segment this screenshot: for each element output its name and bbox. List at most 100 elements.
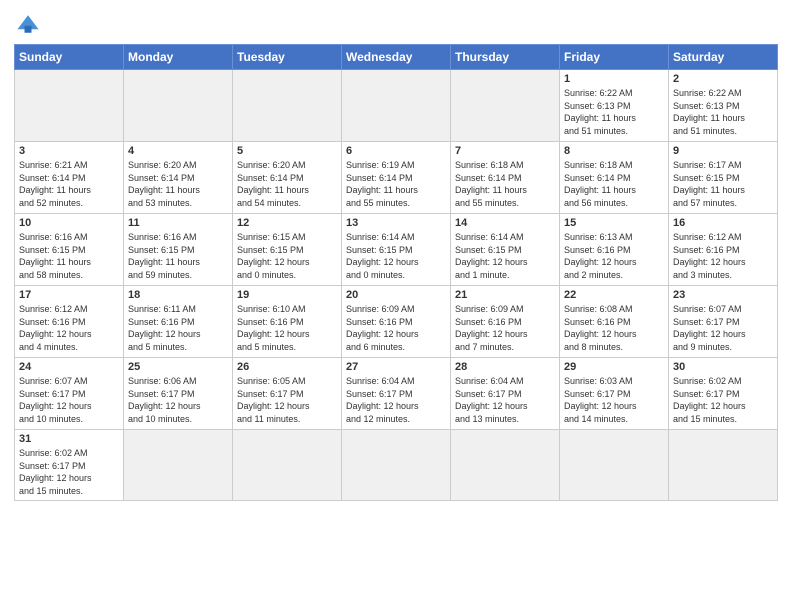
calendar-cell: 20 Sunrise: 6:09 AM Sunset: 6:16 PM Dayli… bbox=[342, 286, 451, 358]
calendar-cell bbox=[233, 430, 342, 501]
calendar-cell: 30Sunrise: 6:02 AM Sunset: 6:17 PM Dayli… bbox=[669, 358, 778, 430]
header bbox=[14, 10, 778, 38]
day-info: Sunrise: 6:14 AM Sunset: 6:15 PM Dayligh… bbox=[346, 231, 446, 281]
day-info: Sunrise: 6:15 AM Sunset: 6:15 PM Dayligh… bbox=[237, 231, 337, 281]
calendar-cell bbox=[124, 70, 233, 142]
day-info: Sunrise: 6:04 AM Sunset: 6:17 PM Dayligh… bbox=[346, 375, 446, 425]
calendar-row: 10 Sunrise: 6:16 AM Sunset: 6:15 PM Dayli… bbox=[15, 214, 778, 286]
day-number: 18 bbox=[128, 289, 228, 301]
calendar-cell: 10 Sunrise: 6:16 AM Sunset: 6:15 PM Dayli… bbox=[15, 214, 124, 286]
calendar-cell bbox=[342, 430, 451, 501]
calendar-cell bbox=[560, 430, 669, 501]
calendar-cell: 23 Sunrise: 6:07 AM Sunset: 6:17 PM Dayli… bbox=[669, 286, 778, 358]
day-number: 21 bbox=[455, 289, 555, 301]
day-info: Sunrise: 6:09 AM Sunset: 6:16 PM Dayligh… bbox=[346, 303, 446, 353]
day-info: Sunrise: 6:18 AM Sunset: 6:14 PM Dayligh… bbox=[455, 159, 555, 209]
calendar-cell: 27 Sunrise: 6:04 AM Sunset: 6:17 PM Dayli… bbox=[342, 358, 451, 430]
calendar-row: 31Sunrise: 6:02 AM Sunset: 6:17 PM Dayli… bbox=[15, 430, 778, 501]
calendar-row: 24 Sunrise: 6:07 AM Sunset: 6:17 PM Dayli… bbox=[15, 358, 778, 430]
calendar-cell bbox=[669, 430, 778, 501]
calendar-cell: 4Sunrise: 6:20 AM Sunset: 6:14 PM Daylig… bbox=[124, 142, 233, 214]
weekday-header-cell: Friday bbox=[560, 45, 669, 70]
day-number: 1 bbox=[564, 73, 664, 85]
day-number: 16 bbox=[673, 217, 773, 229]
day-number: 10 bbox=[19, 217, 119, 229]
day-number: 25 bbox=[128, 361, 228, 373]
calendar-cell: 12 Sunrise: 6:15 AM Sunset: 6:15 PM Dayli… bbox=[233, 214, 342, 286]
day-number: 27 bbox=[346, 361, 446, 373]
calendar-cell: 25Sunrise: 6:06 AM Sunset: 6:17 PM Dayli… bbox=[124, 358, 233, 430]
calendar-cell: 11 Sunrise: 6:16 AM Sunset: 6:15 PM Dayli… bbox=[124, 214, 233, 286]
weekday-header-cell: Wednesday bbox=[342, 45, 451, 70]
day-info: Sunrise: 6:07 AM Sunset: 6:17 PM Dayligh… bbox=[673, 303, 773, 353]
day-number: 3 bbox=[19, 145, 119, 157]
calendar-cell: 14 Sunrise: 6:14 AM Sunset: 6:15 PM Dayli… bbox=[451, 214, 560, 286]
day-number: 12 bbox=[237, 217, 337, 229]
calendar-cell: 26Sunrise: 6:05 AM Sunset: 6:17 PM Dayli… bbox=[233, 358, 342, 430]
calendar-cell: 5Sunrise: 6:20 AM Sunset: 6:14 PM Daylig… bbox=[233, 142, 342, 214]
day-number: 6 bbox=[346, 145, 446, 157]
day-info: Sunrise: 6:16 AM Sunset: 6:15 PM Dayligh… bbox=[19, 231, 119, 281]
day-info: Sunrise: 6:19 AM Sunset: 6:14 PM Dayligh… bbox=[346, 159, 446, 209]
calendar-cell: 28 Sunrise: 6:04 AM Sunset: 6:17 PM Dayli… bbox=[451, 358, 560, 430]
calendar-cell: 22 Sunrise: 6:08 AM Sunset: 6:16 PM Dayli… bbox=[560, 286, 669, 358]
day-number: 15 bbox=[564, 217, 664, 229]
day-number: 14 bbox=[455, 217, 555, 229]
day-number: 13 bbox=[346, 217, 446, 229]
day-info: Sunrise: 6:12 AM Sunset: 6:16 PM Dayligh… bbox=[19, 303, 119, 353]
day-info: Sunrise: 6:04 AM Sunset: 6:17 PM Dayligh… bbox=[455, 375, 555, 425]
calendar-cell: 6 Sunrise: 6:19 AM Sunset: 6:14 PM Daylig… bbox=[342, 142, 451, 214]
day-number: 24 bbox=[19, 361, 119, 373]
calendar-cell: 31Sunrise: 6:02 AM Sunset: 6:17 PM Dayli… bbox=[15, 430, 124, 501]
calendar-cell: 15Sunrise: 6:13 AM Sunset: 6:16 PM Dayli… bbox=[560, 214, 669, 286]
calendar-cell bbox=[124, 430, 233, 501]
calendar-table: SundayMondayTuesdayWednesdayThursdayFrid… bbox=[14, 44, 778, 501]
calendar-cell: 19 Sunrise: 6:10 AM Sunset: 6:16 PM Dayli… bbox=[233, 286, 342, 358]
calendar-body: 1 Sunrise: 6:22 AM Sunset: 6:13 PM Daylig… bbox=[15, 70, 778, 501]
calendar-cell: 2Sunrise: 6:22 AM Sunset: 6:13 PM Daylig… bbox=[669, 70, 778, 142]
weekday-header-cell: Thursday bbox=[451, 45, 560, 70]
day-number: 31 bbox=[19, 433, 119, 445]
calendar-cell: 24 Sunrise: 6:07 AM Sunset: 6:17 PM Dayli… bbox=[15, 358, 124, 430]
calendar-row: 3 Sunrise: 6:21 AM Sunset: 6:14 PM Daylig… bbox=[15, 142, 778, 214]
day-info: Sunrise: 6:22 AM Sunset: 6:13 PM Dayligh… bbox=[673, 87, 773, 137]
calendar-cell bbox=[233, 70, 342, 142]
calendar-cell: 18Sunrise: 6:11 AM Sunset: 6:16 PM Dayli… bbox=[124, 286, 233, 358]
day-number: 8 bbox=[564, 145, 664, 157]
day-info: Sunrise: 6:08 AM Sunset: 6:16 PM Dayligh… bbox=[564, 303, 664, 353]
day-info: Sunrise: 6:05 AM Sunset: 6:17 PM Dayligh… bbox=[237, 375, 337, 425]
day-info: Sunrise: 6:10 AM Sunset: 6:16 PM Dayligh… bbox=[237, 303, 337, 353]
calendar-cell: 3 Sunrise: 6:21 AM Sunset: 6:14 PM Daylig… bbox=[15, 142, 124, 214]
calendar-cell: 8Sunrise: 6:18 AM Sunset: 6:14 PM Daylig… bbox=[560, 142, 669, 214]
day-number: 7 bbox=[455, 145, 555, 157]
calendar-row: 1 Sunrise: 6:22 AM Sunset: 6:13 PM Daylig… bbox=[15, 70, 778, 142]
weekday-header-cell: Sunday bbox=[15, 45, 124, 70]
day-info: Sunrise: 6:22 AM Sunset: 6:13 PM Dayligh… bbox=[564, 87, 664, 137]
calendar-cell: 7 Sunrise: 6:18 AM Sunset: 6:14 PM Daylig… bbox=[451, 142, 560, 214]
day-info: Sunrise: 6:02 AM Sunset: 6:17 PM Dayligh… bbox=[673, 375, 773, 425]
logo bbox=[14, 10, 46, 38]
day-info: Sunrise: 6:21 AM Sunset: 6:14 PM Dayligh… bbox=[19, 159, 119, 209]
calendar-cell bbox=[451, 430, 560, 501]
day-number: 28 bbox=[455, 361, 555, 373]
day-info: Sunrise: 6:20 AM Sunset: 6:14 PM Dayligh… bbox=[237, 159, 337, 209]
day-number: 17 bbox=[19, 289, 119, 301]
day-info: Sunrise: 6:14 AM Sunset: 6:15 PM Dayligh… bbox=[455, 231, 555, 281]
calendar-row: 17 Sunrise: 6:12 AM Sunset: 6:16 PM Dayli… bbox=[15, 286, 778, 358]
day-number: 11 bbox=[128, 217, 228, 229]
calendar-cell: 29Sunrise: 6:03 AM Sunset: 6:17 PM Dayli… bbox=[560, 358, 669, 430]
weekday-header-cell: Monday bbox=[124, 45, 233, 70]
day-number: 9 bbox=[673, 145, 773, 157]
page: SundayMondayTuesdayWednesdayThursdayFrid… bbox=[0, 0, 792, 511]
day-info: Sunrise: 6:03 AM Sunset: 6:17 PM Dayligh… bbox=[564, 375, 664, 425]
day-number: 20 bbox=[346, 289, 446, 301]
day-info: Sunrise: 6:09 AM Sunset: 6:16 PM Dayligh… bbox=[455, 303, 555, 353]
day-number: 22 bbox=[564, 289, 664, 301]
day-number: 4 bbox=[128, 145, 228, 157]
calendar-cell bbox=[15, 70, 124, 142]
day-number: 19 bbox=[237, 289, 337, 301]
calendar-cell: 9Sunrise: 6:17 AM Sunset: 6:15 PM Daylig… bbox=[669, 142, 778, 214]
day-info: Sunrise: 6:16 AM Sunset: 6:15 PM Dayligh… bbox=[128, 231, 228, 281]
day-info: Sunrise: 6:07 AM Sunset: 6:17 PM Dayligh… bbox=[19, 375, 119, 425]
day-number: 23 bbox=[673, 289, 773, 301]
